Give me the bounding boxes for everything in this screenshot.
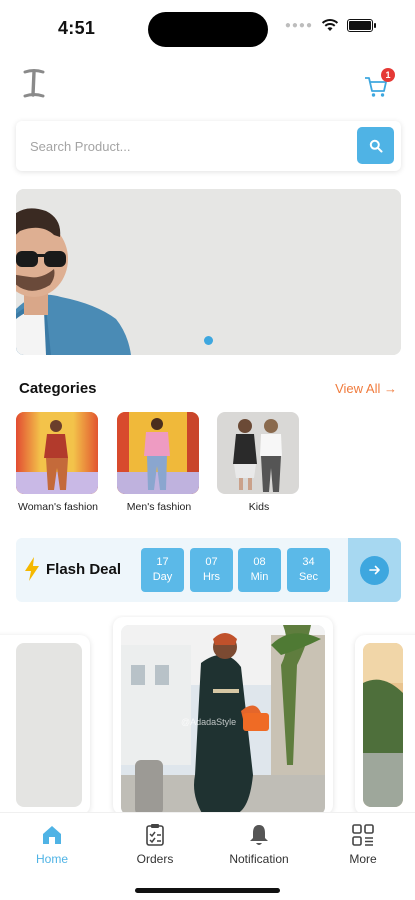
- category-image: [16, 412, 98, 494]
- category-item[interactable]: Men's fashion: [117, 412, 201, 513]
- tab-label: Orders: [136, 852, 174, 866]
- timer-value: 08: [253, 556, 266, 568]
- logo-icon: [23, 69, 45, 98]
- bell-icon: [250, 825, 268, 845]
- top-bar: 1: [0, 60, 415, 110]
- cart-count-badge: 1: [381, 68, 395, 82]
- product-image: [363, 643, 403, 807]
- timer-seconds: 34 Sec: [287, 548, 330, 592]
- category-label: Woman's fashion: [17, 501, 99, 513]
- timer-unit: Min: [250, 571, 269, 583]
- flash-deal-next-panel[interactable]: [348, 538, 401, 602]
- category-image: [217, 412, 299, 494]
- timer-unit: Day: [152, 571, 173, 583]
- cart-button[interactable]: 1: [363, 68, 395, 100]
- search-bar: [16, 121, 401, 171]
- lightning-icon: [25, 557, 39, 581]
- tab-label: More: [349, 852, 377, 866]
- arrow-right-icon: [368, 565, 380, 575]
- product-image: [16, 643, 82, 807]
- bottom-tab-bar: Home Orders Notification More: [0, 812, 415, 900]
- wifi-icon: [321, 19, 339, 31]
- timer-value: 17: [156, 556, 169, 568]
- tab-label: Home: [35, 852, 68, 866]
- view-all-label: View All: [335, 381, 381, 396]
- app-logo[interactable]: [22, 68, 46, 105]
- signal-icon: ●●●●: [284, 19, 313, 31]
- product-card[interactable]: [0, 635, 90, 815]
- timer-hours: 07 Hrs: [190, 548, 233, 592]
- timer-minutes: 08 Min: [238, 548, 281, 592]
- timer-value: 07: [205, 556, 218, 568]
- grid-icon: [352, 824, 374, 846]
- carousel-indicator[interactable]: [204, 336, 213, 345]
- home-indicator: [135, 888, 280, 893]
- tab-notification[interactable]: Notification: [219, 821, 299, 866]
- product-image: @AdadaStyle: [121, 625, 325, 815]
- search-input[interactable]: [30, 121, 350, 171]
- status-time: 4:51: [58, 18, 96, 38]
- tab-home[interactable]: Home: [12, 821, 92, 866]
- status-bar: 4:51 ●●●●: [0, 0, 415, 56]
- timer-days: 17 Day: [141, 548, 184, 592]
- category-label: Kids: [248, 501, 270, 513]
- status-icons: ●●●●: [284, 18, 376, 32]
- tab-more[interactable]: More: [323, 821, 403, 866]
- banner-image: [16, 189, 401, 355]
- tab-label: Notification: [229, 852, 289, 866]
- product-card[interactable]: @AdadaStyle: [113, 617, 333, 815]
- product-carousel: @AdadaStyle: [0, 615, 415, 815]
- arrow-right-icon: →: [380, 381, 397, 396]
- flash-deal-label: Flash Deal: [46, 561, 122, 578]
- view-all-link[interactable]: View All →: [335, 381, 397, 396]
- home-icon: [43, 826, 61, 844]
- category-label: Men's fashion: [126, 501, 192, 513]
- timer-value: 34: [302, 556, 315, 568]
- dynamic-island: [148, 12, 268, 47]
- product-card[interactable]: [355, 635, 415, 815]
- clipboard-icon: [146, 824, 164, 846]
- battery-icon: [347, 18, 376, 32]
- category-item[interactable]: Kids: [217, 412, 301, 513]
- watermark-text: @AdadaStyle: [181, 717, 236, 727]
- timer-unit: Hrs: [202, 571, 221, 583]
- flash-deal-bar[interactable]: Flash Deal 17 Day 07 Hrs 08 Min 34 Sec: [16, 538, 401, 602]
- category-list: Woman's fashion Men's fashion Kids: [16, 412, 415, 522]
- flash-deal-next-button[interactable]: [360, 555, 389, 585]
- timer-unit: Sec: [299, 571, 318, 583]
- category-image: [117, 412, 199, 494]
- search-button[interactable]: [357, 127, 394, 164]
- categories-title: Categories: [19, 380, 97, 397]
- search-icon: [369, 139, 382, 152]
- category-item[interactable]: Woman's fashion: [16, 412, 100, 513]
- tab-orders[interactable]: Orders: [115, 821, 195, 866]
- promo-banner[interactable]: [16, 189, 401, 355]
